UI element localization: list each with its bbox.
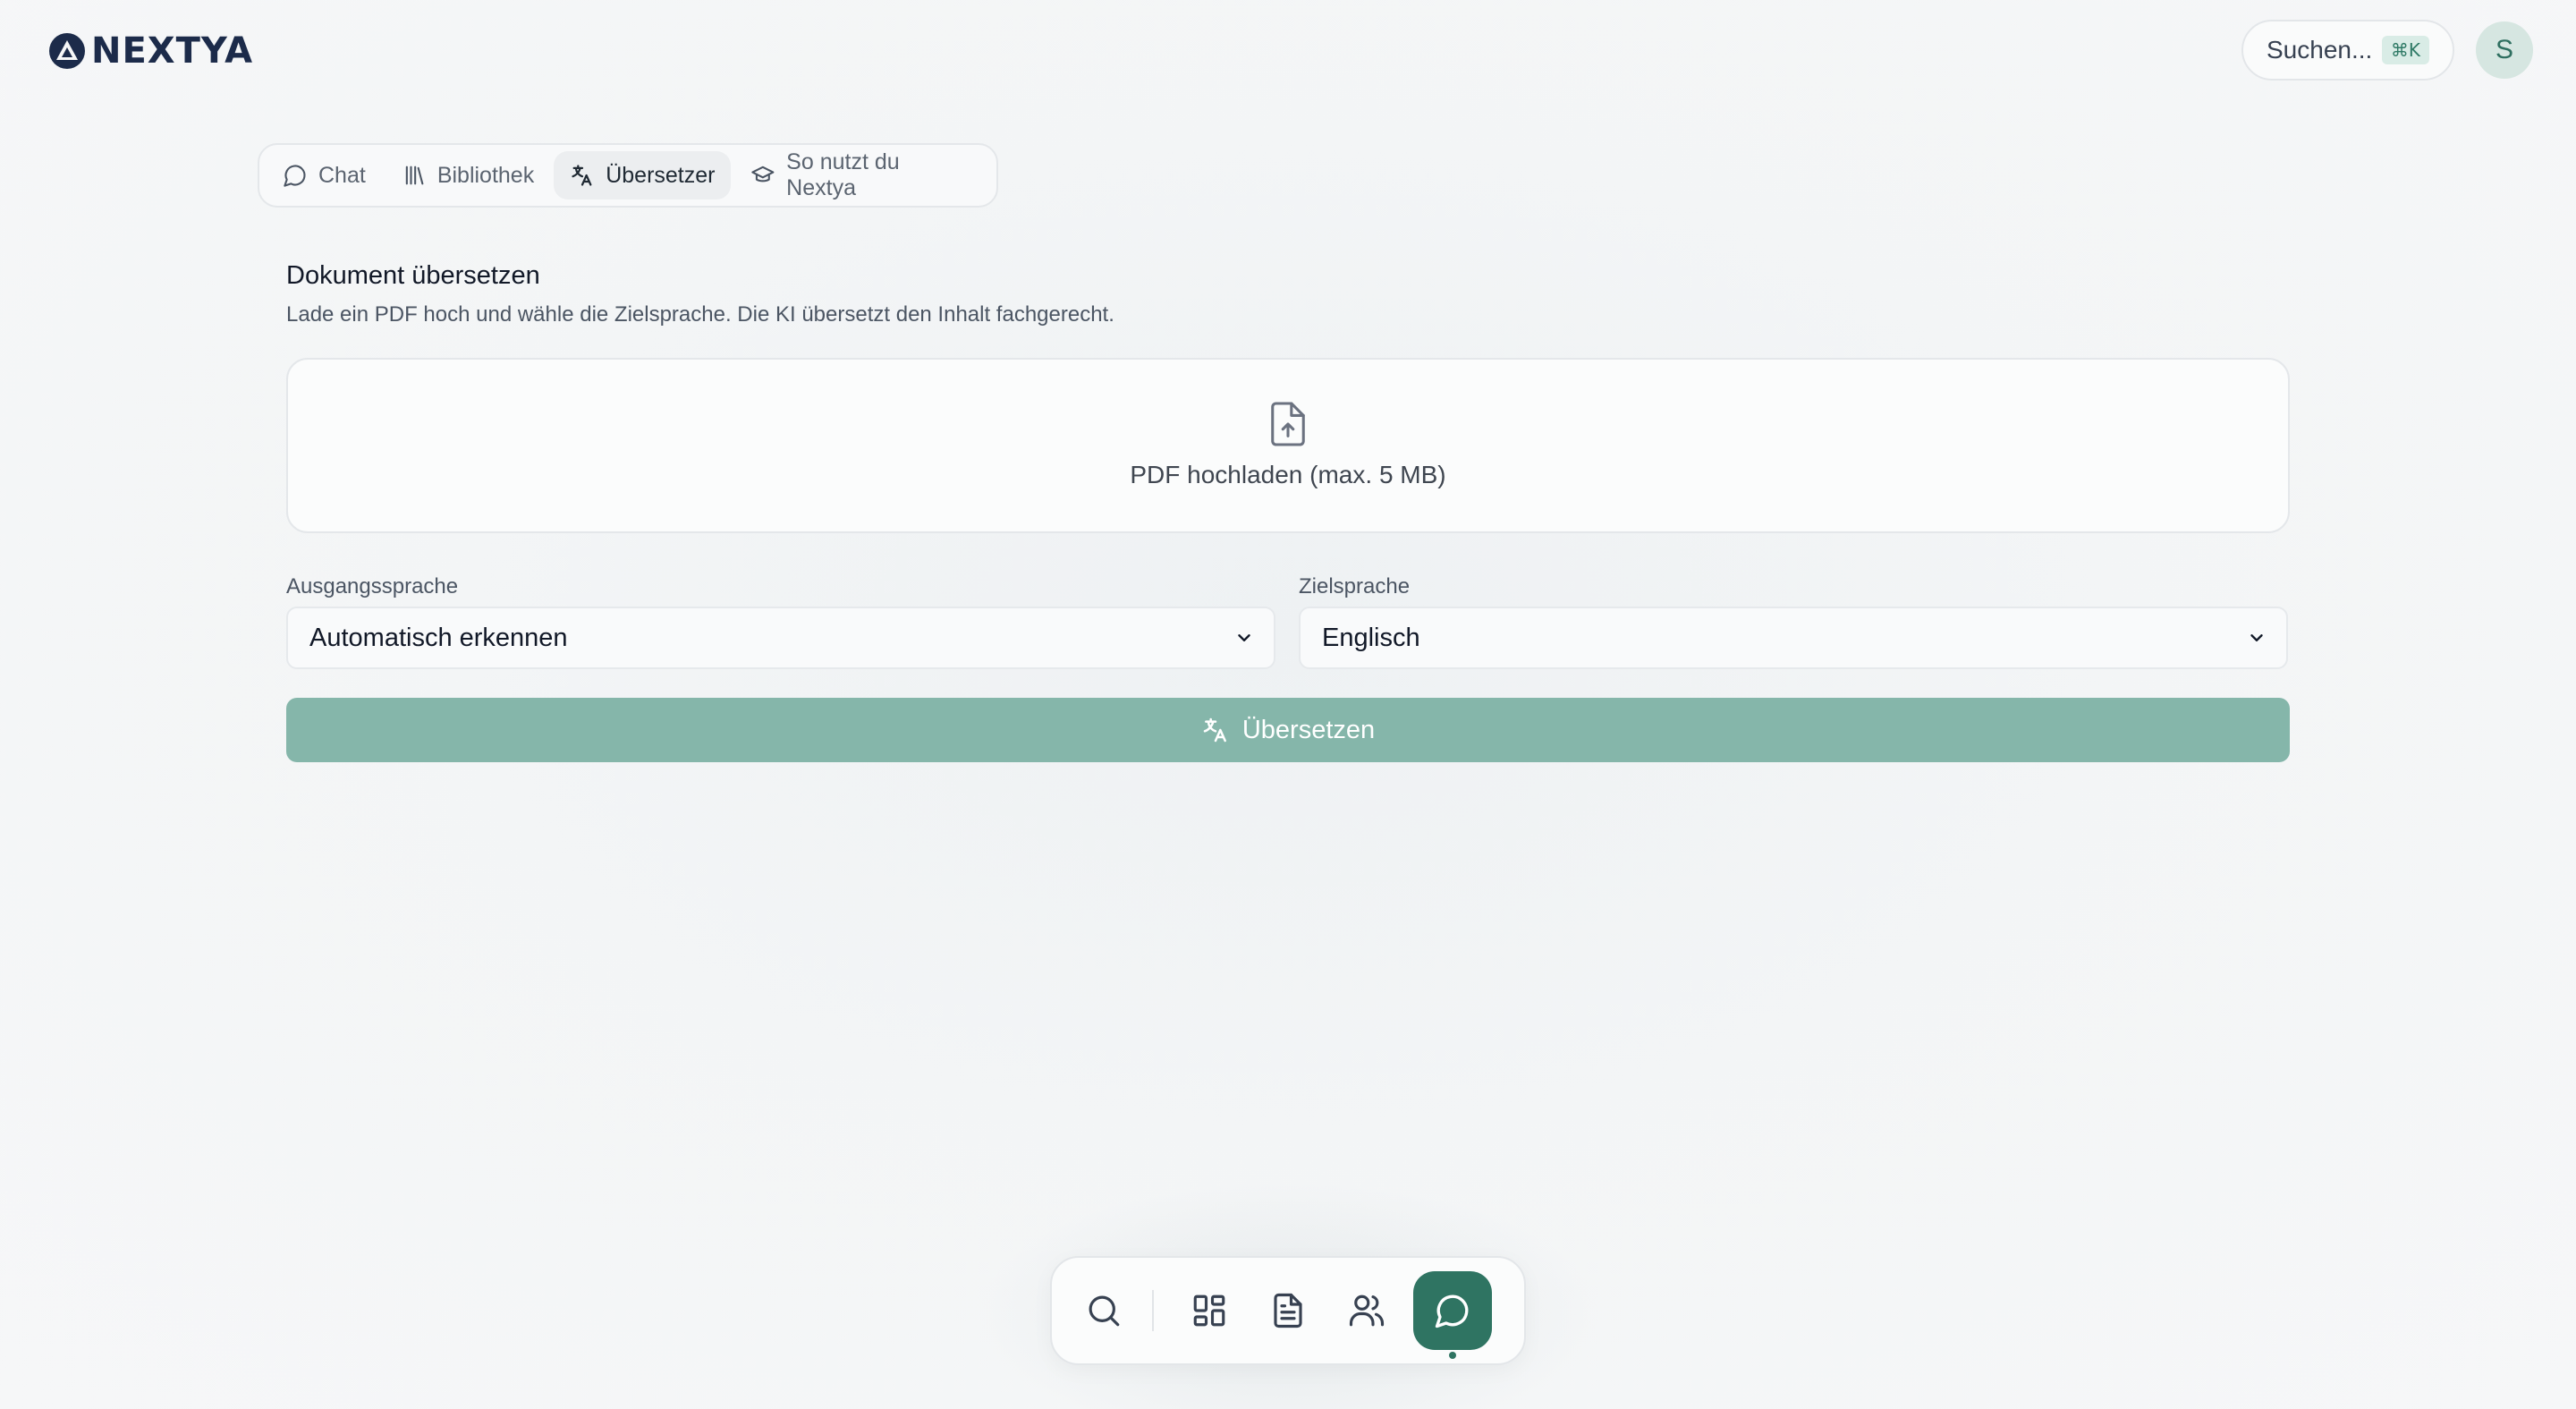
grid-icon — [1193, 1294, 1225, 1327]
main-tabs: Chat Bibliothek Übersetzer So nutzt du N… — [258, 143, 998, 208]
logo-icon — [49, 33, 85, 69]
translate-button[interactable]: Übersetzen — [286, 698, 2290, 762]
tab-so-nutzt-du-nextya[interactable]: So nutzt du Nextya — [734, 149, 989, 200]
chat-bubble-icon — [284, 165, 306, 187]
upload-label: PDF hochladen (max. 5 MB) — [1130, 461, 1446, 488]
chevron-down-icon — [1238, 634, 1250, 641]
dock-search-button[interactable] — [1064, 1271, 1143, 1350]
target-language-label: Zielsprache — [1299, 574, 1411, 598]
page-subtitle: Lade ein PDF hoch und wähle die Zielspra… — [286, 302, 1114, 327]
target-language-select[interactable]: Englisch — [1299, 607, 2288, 669]
global-search-button[interactable]: Suchen... ⌘K — [2241, 20, 2454, 81]
translate-button-label: Übersetzen — [1241, 715, 1376, 744]
dock-documents-button[interactable] — [1249, 1271, 1327, 1350]
source-language-label: Ausgangssprache — [286, 574, 459, 598]
tab-uebersetzer[interactable]: Übersetzer — [554, 151, 732, 199]
tab-chat[interactable]: Chat — [267, 151, 382, 199]
dock-users-button[interactable] — [1327, 1271, 1406, 1350]
source-language-value: Automatisch erkennen — [309, 623, 568, 652]
dock-divider — [1152, 1290, 1154, 1331]
search-label: Suchen... — [2267, 36, 2373, 64]
chat-icon — [1435, 1294, 1469, 1328]
brand-name: NEXTYA — [91, 30, 254, 72]
file-upload-icon — [1271, 402, 1305, 446]
pdf-upload-dropzone[interactable]: PDF hochladen (max. 5 MB) — [286, 358, 2290, 533]
tab-so-nutzt-label: So nutzt du Nextya — [786, 149, 900, 200]
tab-bibliothek-label: Bibliothek — [436, 162, 535, 188]
bottom-dock — [1050, 1256, 1526, 1365]
user-avatar[interactable]: S — [2476, 21, 2533, 79]
dock-dashboard-button[interactable] — [1170, 1271, 1249, 1350]
chevron-down-icon — [2250, 634, 2263, 641]
tab-chat-label: Chat — [318, 162, 366, 188]
graduation-cap-icon — [751, 166, 775, 182]
document-icon — [1274, 1293, 1302, 1328]
search-icon — [1089, 1295, 1120, 1327]
users-icon — [1349, 1294, 1385, 1327]
search-shortcut-badge: ⌘K — [2381, 36, 2429, 64]
source-language-select[interactable]: Automatisch erkennen — [286, 607, 1275, 669]
dock-chat-button[interactable] — [1413, 1271, 1492, 1359]
target-language-value: Englisch — [1322, 623, 1420, 652]
tab-uebersetzer-label: Übersetzer — [606, 162, 716, 188]
tab-bibliothek[interactable]: Bibliothek — [386, 151, 550, 199]
active-indicator-dot — [1449, 1352, 1456, 1359]
translate-icon — [572, 165, 592, 186]
page-title: Dokument übersetzen — [286, 261, 540, 290]
brand-logo[interactable]: NEXTYA — [48, 30, 253, 72]
library-icon — [405, 166, 424, 185]
translate-icon — [1203, 717, 1226, 743]
